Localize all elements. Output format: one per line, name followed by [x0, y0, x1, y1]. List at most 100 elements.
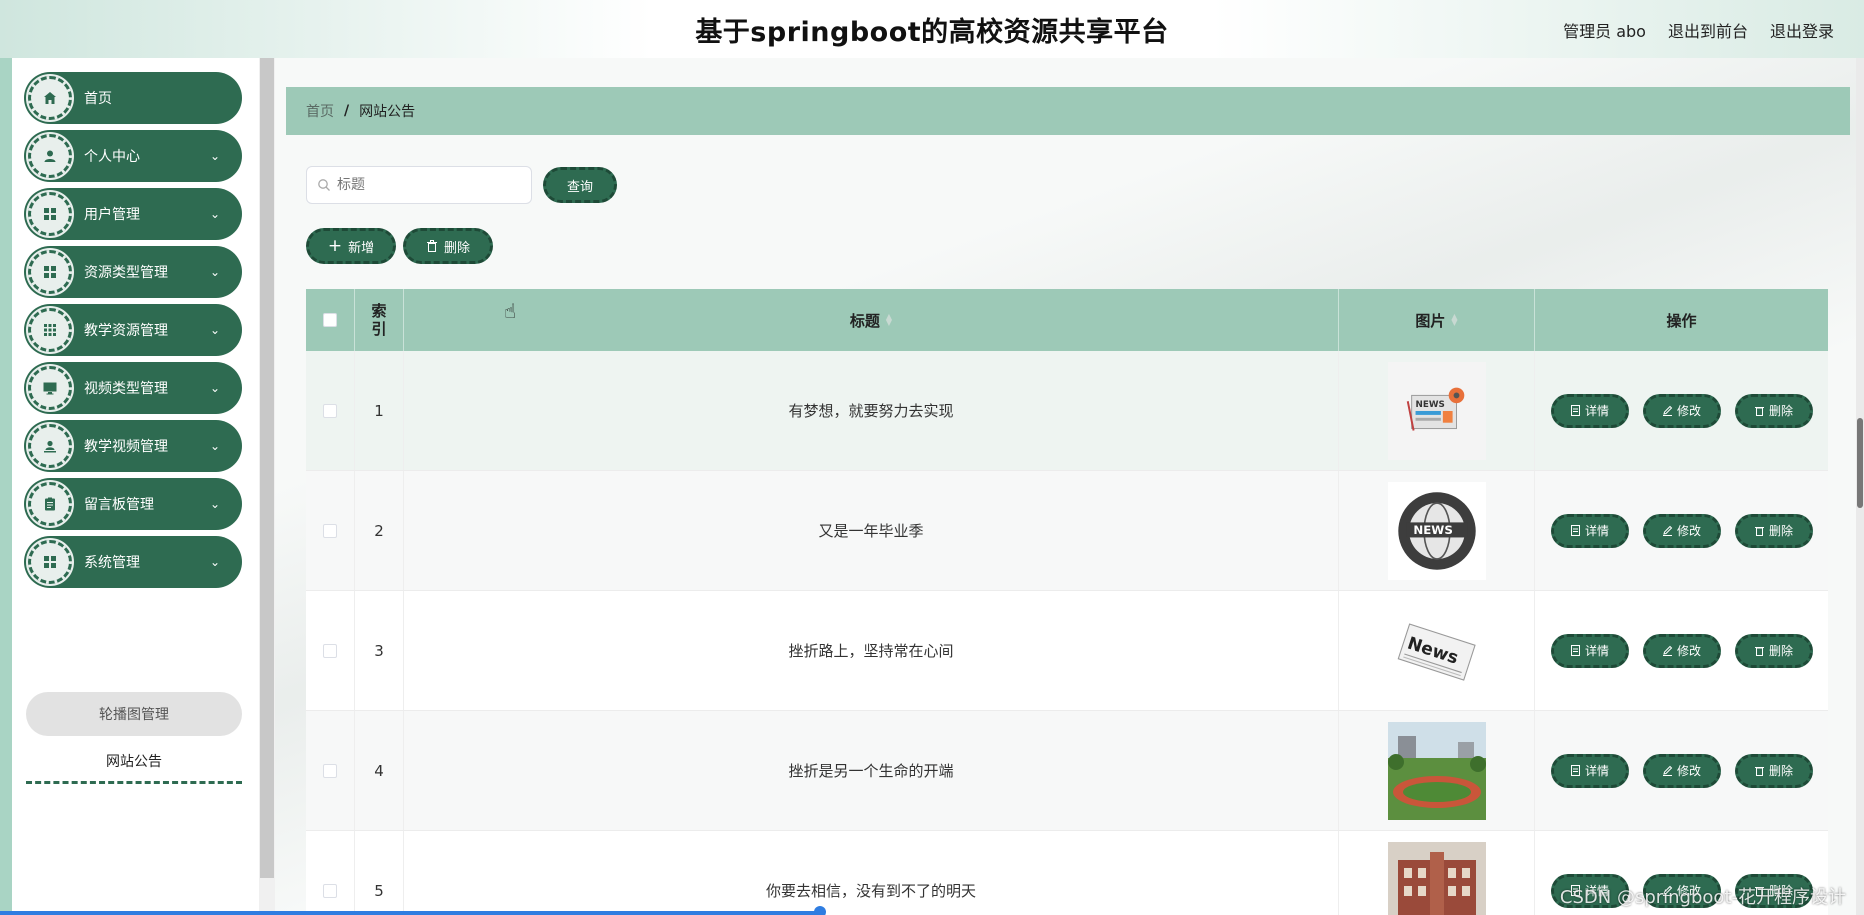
select-all-cell	[306, 289, 355, 351]
svg-text:NEWS: NEWS	[1415, 400, 1444, 410]
add-button[interactable]: + 新增	[306, 228, 396, 264]
row-checkbox[interactable]	[323, 523, 337, 538]
add-button-label: 新增	[348, 240, 375, 256]
chevron-down-icon: ⌄	[209, 497, 220, 511]
sidebar: 首页 个人中心 ⌄ 用户管理 ⌄ 资源类型管理 ⌄ 教学资源管理 ⌄ 视频类型管…	[12, 58, 262, 915]
row-index: 1	[355, 351, 404, 470]
submenu-item-carousel[interactable]: 轮播图管理	[26, 692, 242, 736]
chevron-down-icon: ⌄	[209, 555, 220, 569]
edit-icon	[1662, 645, 1673, 656]
sidebar-item-label: 系统管理	[84, 555, 140, 571]
query-button[interactable]: 查询	[543, 167, 617, 203]
edit-button[interactable]: 修改	[1642, 513, 1721, 548]
row-index: 2	[355, 471, 404, 590]
sidebar-item-user-management[interactable]: 用户管理 ⌄	[24, 188, 242, 240]
submenu-item-announcement[interactable]: 网站公告	[26, 740, 242, 784]
sidebar-item-video-type[interactable]: 视频类型管理 ⌄	[24, 362, 242, 414]
col-ops-label: 操作	[1666, 311, 1697, 330]
detail-label: 详情	[1584, 404, 1609, 418]
edit-button[interactable]: 修改	[1642, 753, 1721, 788]
row-ops: 详情 修改 删除	[1535, 591, 1828, 710]
hand-cursor-icon: ☝	[504, 299, 517, 323]
app-title: 基于springboot的高校资源共享平台	[695, 16, 1169, 48]
row-check-cell	[306, 831, 355, 915]
col-title[interactable]: 标题 ▲ ▼	[404, 289, 1339, 351]
search-icon	[318, 179, 330, 191]
grid-icon	[26, 538, 74, 586]
trash-icon	[426, 240, 437, 252]
row-ops: 详情 修改 删除	[1535, 351, 1828, 470]
edit-icon	[1662, 405, 1673, 416]
home-icon	[26, 74, 74, 122]
edit-icon	[1662, 765, 1673, 776]
sort-icon[interactable]: ▲ ▼	[1451, 313, 1457, 327]
breadcrumb: 首页 / 网站公告	[286, 87, 1850, 135]
row-index: 3	[355, 591, 404, 710]
detail-button[interactable]: 详情	[1550, 513, 1629, 548]
row-check-cell	[306, 711, 355, 830]
sidebar-scrollbar[interactable]	[259, 58, 275, 915]
edit-label: 修改	[1676, 764, 1701, 778]
chevron-down-icon: ⌄	[209, 207, 220, 221]
sidebar-item-message-board[interactable]: 留言板管理 ⌄	[24, 478, 242, 530]
row-ops: 详情 修改 删除	[1535, 711, 1828, 830]
sidebar-item-teaching-video[interactable]: 教学视频管理 ⌄	[24, 420, 242, 472]
row-checkbox[interactable]	[323, 883, 337, 898]
col-index: 索 引	[355, 289, 404, 351]
detail-label: 详情	[1584, 524, 1609, 538]
edit-button[interactable]: 修改	[1642, 393, 1721, 428]
monitor-icon	[26, 364, 74, 412]
detail-button[interactable]: 详情	[1550, 393, 1629, 428]
delete-button[interactable]: 删除	[1734, 753, 1813, 788]
sidebar-item-home[interactable]: 首页	[24, 72, 242, 124]
row-ops: 详情 修改 删除	[1535, 471, 1828, 590]
logout-link[interactable]: 退出登录	[1770, 18, 1834, 42]
query-button-label: 查询	[566, 179, 593, 195]
scrollbar-thumb[interactable]	[260, 58, 274, 878]
edit-button[interactable]: 修改	[1642, 633, 1721, 668]
col-title-label: 标题	[849, 311, 880, 330]
apps-icon	[26, 306, 74, 354]
delete-button[interactable]: 删除	[1734, 633, 1813, 668]
row-checkbox[interactable]	[323, 763, 337, 778]
news-globe-icon: NEWS	[1387, 481, 1486, 580]
detail-button[interactable]: 详情	[1550, 633, 1629, 668]
sidebar-item-resource-type[interactable]: 资源类型管理 ⌄	[24, 246, 242, 298]
col-image-label: 图片	[1415, 311, 1446, 330]
search-field[interactable]	[306, 166, 532, 204]
search-input[interactable]	[337, 177, 517, 193]
user-icon	[26, 132, 74, 180]
page-scrollbar[interactable]	[1856, 58, 1864, 915]
sidebar-item-label: 教学视频管理	[84, 439, 168, 455]
video-progress-bar[interactable]	[0, 911, 820, 915]
header-actions: 管理员 abo 退出到前台 退出登录	[1563, 18, 1834, 42]
user-label: 管理员 abo	[1563, 22, 1646, 41]
sidebar-item-personal-center[interactable]: 个人中心 ⌄	[24, 130, 242, 182]
user-card-icon	[26, 422, 74, 470]
row-checkbox[interactable]	[323, 643, 337, 658]
back-to-front-link[interactable]: 退出到前台	[1668, 18, 1748, 42]
row-title: 有梦想，就要努力去实现	[404, 351, 1339, 470]
sort-icon[interactable]: ▲ ▼	[886, 313, 892, 327]
col-image[interactable]: 图片 ▲ ▼	[1339, 289, 1535, 351]
sidebar-item-label: 首页	[84, 91, 112, 107]
row-check-cell	[306, 471, 355, 590]
select-all-checkbox[interactable]	[323, 313, 337, 327]
doc-icon	[1570, 405, 1580, 416]
row-checkbox[interactable]	[323, 403, 337, 418]
progress-handle[interactable]	[814, 906, 826, 915]
sidebar-item-system[interactable]: 系统管理 ⌄	[24, 536, 242, 588]
breadcrumb-home[interactable]: 首页	[306, 101, 334, 121]
sidebar-item-teaching-resource[interactable]: 教学资源管理 ⌄	[24, 304, 242, 356]
delete-button[interactable]: 删除	[1734, 393, 1813, 428]
news-paper-icon: NEWS	[1387, 361, 1486, 460]
campus-photo	[1387, 721, 1486, 820]
detail-label: 详情	[1584, 644, 1609, 658]
detail-label: 详情	[1584, 764, 1609, 778]
batch-delete-button[interactable]: 删除	[403, 228, 493, 264]
doc-icon	[1570, 525, 1580, 536]
scrollbar-thumb[interactable]	[1857, 418, 1863, 508]
delete-button[interactable]: 删除	[1734, 513, 1813, 548]
detail-button[interactable]: 详情	[1550, 753, 1629, 788]
batch-delete-label: 删除	[443, 240, 470, 256]
